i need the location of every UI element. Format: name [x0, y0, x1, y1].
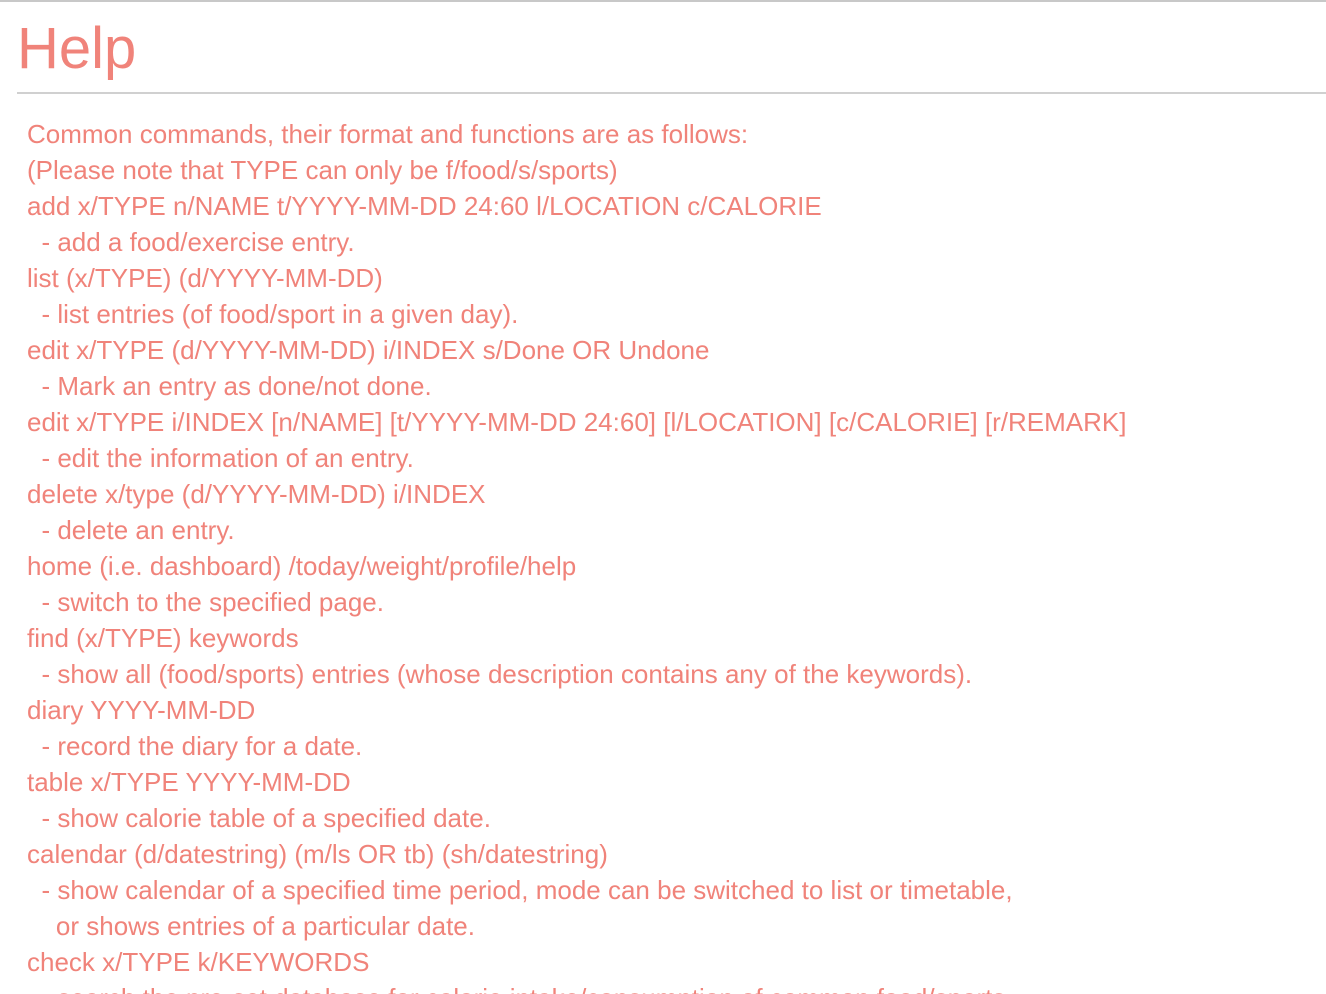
- help-description-edit-info: - edit the information of an entry.: [27, 443, 414, 473]
- help-description-list: - list entries (of food/sport in a given…: [27, 299, 519, 329]
- help-description-calendar: - show calendar of a specified time peri…: [27, 875, 1013, 905]
- page-title: Help: [17, 16, 137, 81]
- help-command-calendar: calendar (d/datestring) (m/ls OR tb) (sh…: [27, 839, 608, 869]
- help-command-check: check x/TYPE k/KEYWORDS: [27, 947, 370, 977]
- help-type-note-line: (Please note that TYPE can only be f/foo…: [27, 155, 618, 185]
- help-command-table: table x/TYPE YYYY-MM-DD: [27, 767, 351, 797]
- help-description-home: - switch to the specified page.: [27, 587, 384, 617]
- help-command-edit-status: edit x/TYPE (d/YYYY-MM-DD) i/INDEX s/Don…: [27, 335, 710, 365]
- help-description-add: - add a food/exercise entry.: [27, 227, 355, 257]
- help-description-check: - search the pre-set database for calori…: [27, 980, 1322, 994]
- help-command-find: find (x/TYPE) keywords: [27, 623, 299, 653]
- help-command-edit-info: edit x/TYPE i/INDEX [n/NAME] [t/YYYY-MM-…: [27, 407, 1127, 437]
- help-description-edit-status: - Mark an entry as done/not done.: [27, 371, 432, 401]
- help-description-find: - show all (food/sports) entries (whose …: [27, 659, 973, 689]
- help-command-home: home (i.e. dashboard) /today/weight/prof…: [27, 551, 577, 581]
- help-description-calendar-continued: or shows entries of a particular date.: [27, 911, 475, 941]
- help-command-delete: delete x/type (d/YYYY-MM-DD) i/INDEX: [27, 479, 486, 509]
- title-divider: [17, 92, 1326, 94]
- help-description-table: - show calorie table of a specified date…: [27, 803, 491, 833]
- help-command-list: Common commands, their format and functi…: [27, 116, 1322, 994]
- help-command-diary: diary YYYY-MM-DD: [27, 695, 256, 725]
- help-command-list: list (x/TYPE) (d/YYYY-MM-DD): [27, 263, 383, 293]
- help-intro-line: Common commands, their format and functi…: [27, 119, 749, 149]
- window-top-border: [0, 0, 1326, 2]
- help-description-delete: - delete an entry.: [27, 515, 235, 545]
- help-command-add: add x/TYPE n/NAME t/YYYY-MM-DD 24:60 l/L…: [27, 191, 822, 221]
- help-description-diary: - record the diary for a date.: [27, 731, 363, 761]
